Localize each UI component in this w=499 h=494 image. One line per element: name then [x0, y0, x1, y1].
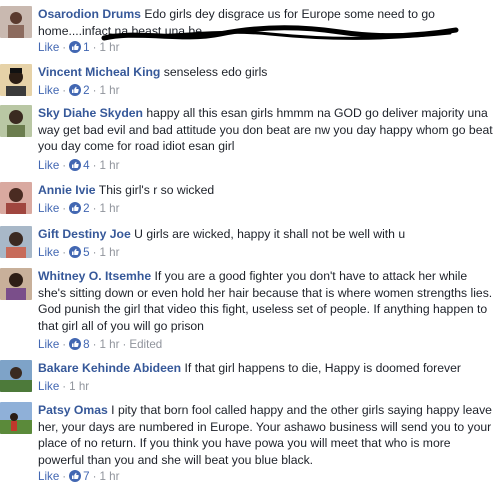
comment-body: Gift Destiny Joe U girls are wicked, hap… [38, 226, 495, 243]
comment-actions: Like · 2 · 1 hr [38, 84, 120, 97]
comment-actions: Like · 2 · 1 hr [38, 202, 120, 215]
comment-time[interactable]: 1 hr [99, 84, 119, 97]
commenter-name[interactable]: Patsy Omas [38, 403, 108, 417]
avatar[interactable] [0, 6, 32, 38]
comment-actions: Like · 1 hr [38, 380, 90, 393]
reaction-count[interactable]: 8 [83, 338, 89, 351]
reaction-count[interactable]: 7 [83, 470, 89, 483]
comment-actions: Like · 4 · 1 hr [38, 159, 120, 172]
like-reaction-icon [69, 159, 82, 171]
comment-time[interactable]: 1 hr [69, 380, 89, 393]
comment-body: Osarodion Drums Edo girls dey disgrace u… [38, 6, 495, 39]
comment-actions: Like · 1 · 1 hr [38, 41, 120, 54]
like-button[interactable]: Like [38, 338, 59, 351]
commenter-name[interactable]: Bakare Kehinde Abideen [38, 361, 181, 375]
comment-time[interactable]: 1 hr [99, 41, 119, 54]
like-button[interactable]: Like [38, 246, 59, 259]
like-button[interactable]: Like [38, 159, 59, 172]
avatar[interactable] [0, 268, 32, 300]
comment-time[interactable]: 1 hr [99, 338, 119, 351]
like-reaction-icon [69, 338, 82, 350]
reaction-count[interactable]: 2 [83, 202, 89, 215]
like-button[interactable]: Like [38, 470, 59, 483]
comment-text: If that girl happens to die, Happy is do… [184, 361, 461, 375]
comment-time[interactable]: 1 hr [99, 470, 119, 483]
like-button[interactable]: Like [38, 41, 59, 54]
reaction-count[interactable]: 1 [83, 41, 89, 54]
comment-body: Bakare Kehinde Abideen If that girl happ… [38, 360, 495, 377]
comment-time[interactable]: 1 hr [99, 159, 119, 172]
comment-body: Annie Ivie This girl's r so wicked [38, 182, 495, 199]
commenter-name[interactable]: Sky Diahe Skyden [38, 106, 143, 120]
commenter-name[interactable]: Whitney O. Itsemhe [38, 269, 151, 283]
like-reaction-icon [69, 470, 82, 482]
avatar[interactable] [0, 182, 32, 214]
comment-text: senseless edo girls [163, 65, 268, 79]
like-reaction-icon [69, 84, 82, 96]
commenter-name[interactable]: Vincent Micheal King [38, 65, 160, 79]
comment-text: U girls are wicked, happy it shall not b… [134, 227, 406, 241]
edited-label[interactable]: Edited [129, 338, 162, 351]
like-reaction-icon [69, 41, 82, 53]
like-reaction-icon [69, 202, 82, 214]
avatar[interactable] [0, 402, 32, 434]
comment-time[interactable]: 1 hr [99, 202, 119, 215]
comment-body: Sky Diahe Skyden happy all this esan gir… [38, 105, 495, 155]
comment-time[interactable]: 1 hr [99, 246, 119, 259]
like-button[interactable]: Like [38, 380, 59, 393]
like-button[interactable]: Like [38, 84, 59, 97]
comment-body: Patsy Omas I pity that born fool called … [38, 402, 495, 468]
comment-text: This girl's r so wicked [98, 183, 215, 197]
comment-actions: Like · 5 · 1 hr [38, 246, 120, 259]
comment-body: Vincent Micheal King senseless edo girls [38, 64, 495, 81]
avatar[interactable] [0, 360, 32, 392]
avatar[interactable] [0, 226, 32, 258]
comment-actions: Like · 8 · 1 hr · Edited [38, 338, 163, 351]
comment-body: Whitney O. Itsemhe If you are a good fig… [38, 268, 495, 334]
commenter-name[interactable]: Osarodion Drums [38, 7, 141, 21]
like-button[interactable]: Like [38, 202, 59, 215]
avatar[interactable] [0, 64, 32, 96]
avatar[interactable] [0, 105, 32, 137]
comment-actions: Like · 7 · 1 hr [38, 470, 120, 483]
reaction-count[interactable]: 4 [83, 159, 89, 172]
commenter-name[interactable]: Gift Destiny Joe [38, 227, 131, 241]
commenter-name[interactable]: Annie Ivie [38, 183, 96, 197]
reaction-count[interactable]: 2 [83, 84, 89, 97]
reaction-count[interactable]: 5 [83, 246, 89, 259]
like-reaction-icon [69, 246, 82, 258]
